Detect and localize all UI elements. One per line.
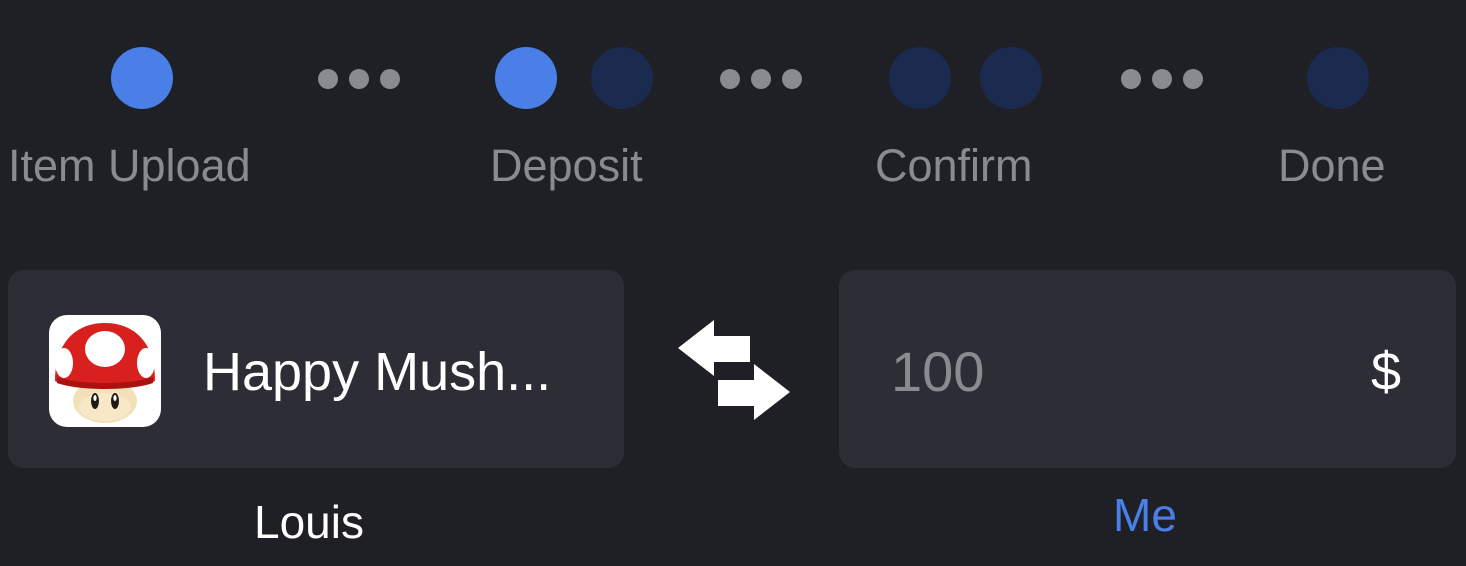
step-confirm-dot-a <box>889 47 951 109</box>
offered-item-card[interactable]: Happy Mush... <box>8 270 624 468</box>
self-label: Me <box>1113 489 1177 541</box>
step-connector-dot <box>1152 69 1172 89</box>
counterparty-label: Louis <box>254 496 364 548</box>
step-deposit-dot-a <box>495 47 557 109</box>
item-name: Happy Mush... <box>203 342 552 402</box>
step-label-item-upload: Item Upload <box>8 140 251 191</box>
amount-input-card[interactable]: 100 $ <box>839 270 1456 468</box>
step-label-done: Done <box>1278 140 1386 191</box>
currency-symbol: $ <box>1370 342 1401 402</box>
step-deposit-dot-b <box>591 47 653 109</box>
swap-arrows-icon[interactable] <box>676 318 792 424</box>
step-connector-dot <box>1121 69 1141 89</box>
step-confirm-dot-b <box>980 47 1042 109</box>
step-connector-dot <box>1183 69 1203 89</box>
step-label-confirm: Confirm <box>875 140 1033 191</box>
mushroom-icon <box>49 315 161 427</box>
step-connector-dot <box>720 69 740 89</box>
step-connector-dot <box>782 69 802 89</box>
amount-input[interactable]: 100 <box>891 342 984 402</box>
step-item-upload-dot <box>111 47 173 109</box>
step-label-deposit: Deposit <box>490 140 643 191</box>
step-done-dot <box>1307 47 1369 109</box>
step-connector-dot <box>318 69 338 89</box>
step-connector-dot <box>380 69 400 89</box>
step-connector-dot <box>751 69 771 89</box>
step-connector-dot <box>349 69 369 89</box>
